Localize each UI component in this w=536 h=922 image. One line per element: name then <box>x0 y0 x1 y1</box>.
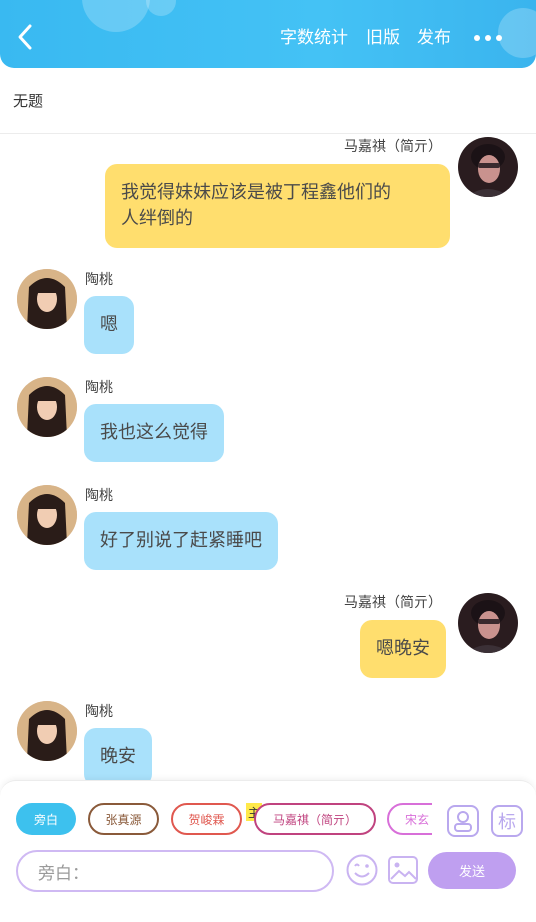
speaker-name: 马嘉祺（简亓） <box>344 139 442 155</box>
old-version-button[interactable]: 旧版 <box>366 27 400 49</box>
message-text-line: 我觉得妹妹应该是被丁程鑫他们的 <box>121 182 391 203</box>
publish-button[interactable]: 发布 <box>417 27 451 49</box>
speaker-name: 陶桃 <box>85 488 113 504</box>
message-input[interactable]: 旁白： <box>16 850 334 892</box>
title-bar[interactable]: 无题 <box>0 68 536 134</box>
image-icon[interactable] <box>386 853 420 887</box>
role-chip-ma-jiaqi[interactable]: 马嘉祺（简亓） <box>254 803 376 835</box>
back-arrow-icon[interactable] <box>14 22 38 52</box>
message-text-line: 晚安 <box>100 746 136 767</box>
speaker-name: 陶桃 <box>85 272 113 288</box>
chat-list[interactable]: 马嘉祺（简亓） 我觉得妹妹应该是被丁程鑫他们的 人绊倒的 陶桃 嗯 陶桃 我也这… <box>0 134 536 780</box>
message-text-line: 我也这么觉得 <box>100 422 208 443</box>
send-button[interactable]: 发送 <box>428 852 516 889</box>
message-text-line: 嗯 <box>100 314 118 335</box>
role-manager-icon[interactable] <box>447 805 479 837</box>
avatar-female[interactable] <box>17 485 77 545</box>
composer-panel: 旁白 张真源 贺峻霖 主 马嘉祺（简亓） 宋玄 标 旁白： 发送 <box>0 780 536 922</box>
avatar-female[interactable] <box>17 377 77 437</box>
speaker-name: 陶桃 <box>85 380 113 396</box>
message-text-line: 嗯晚安 <box>376 638 430 659</box>
message-bubble: 我觉得妹妹应该是被丁程鑫他们的 人绊倒的 <box>105 164 450 248</box>
role-chip-he-junlin[interactable]: 贺峻霖 <box>171 803 242 835</box>
emoji-icon[interactable] <box>345 853 379 887</box>
avatar-female[interactable] <box>17 701 77 761</box>
more-icon[interactable] <box>472 27 506 49</box>
message-bubble: 嗯晚安 <box>360 620 446 678</box>
message-bubble: 好了别说了赶紧睡吧 <box>84 512 278 570</box>
message-bubble: 嗯 <box>84 296 134 354</box>
role-chip-zhang-zhenyuan[interactable]: 张真源 <box>88 803 159 835</box>
role-chip-clip: 宋玄 <box>387 803 432 835</box>
role-chip-narrator[interactable]: 旁白 <box>16 803 76 835</box>
mark-button[interactable]: 标 <box>491 805 523 837</box>
top-bar: 字数统计 旧版 发布 <box>0 0 536 68</box>
speaker-name: 马嘉祺（简亓） <box>344 595 442 611</box>
avatar-male[interactable] <box>458 593 518 653</box>
avatar-female[interactable] <box>17 269 77 329</box>
message-bubble: 晚安 <box>84 728 152 780</box>
role-chip-song-xuan[interactable]: 宋玄 <box>387 803 432 835</box>
avatar-male[interactable] <box>458 137 518 197</box>
message-text-line: 人绊倒的 <box>121 208 193 229</box>
speaker-name: 陶桃 <box>85 704 113 720</box>
message-text-line: 好了别说了赶紧睡吧 <box>100 530 262 551</box>
message-bubble: 我也这么觉得 <box>84 404 224 462</box>
word-count-button[interactable]: 字数统计 <box>280 27 348 49</box>
story-title[interactable]: 无题 <box>13 90 43 111</box>
